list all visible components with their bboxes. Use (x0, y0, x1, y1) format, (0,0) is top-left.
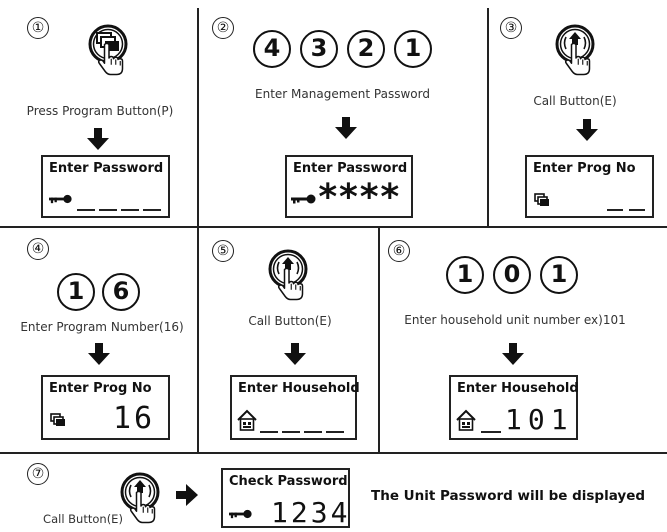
arrow-down-icon (335, 117, 357, 139)
arrow-right-icon (176, 484, 198, 506)
program-button-icon (86, 22, 130, 80)
screen-title: Enter Household (457, 381, 579, 396)
display-screen: Enter Prog No 16 (41, 375, 170, 440)
step-caption: Call Button(E) (43, 512, 123, 526)
arrow-down-icon (87, 128, 109, 150)
screen-title: Enter Password (293, 161, 408, 176)
arrow-down-icon (284, 343, 306, 365)
divider (0, 226, 667, 228)
input-placeholder (326, 431, 344, 433)
screen-title: Enter Prog No (49, 381, 152, 396)
display-screen: Enter Household (230, 375, 360, 440)
digit-key: 1 (540, 256, 578, 294)
display-screen: Enter Password **** (285, 155, 413, 218)
input-placeholder (99, 209, 117, 211)
arrow-down-icon (88, 343, 110, 365)
house-icon (456, 410, 476, 431)
divider (487, 8, 489, 226)
digit-key: 1 (57, 273, 95, 311)
input-placeholder (304, 431, 322, 433)
step-caption: Press Program Button(P) (26, 104, 174, 118)
step-caption: Enter Program Number(16) (20, 320, 184, 334)
divider (197, 8, 199, 226)
step-number: ③ (500, 17, 522, 39)
step-number: ④ (27, 238, 49, 260)
step-number: ⑦ (27, 463, 49, 485)
display-screen: Enter Password (41, 155, 170, 218)
screen-title: Enter Household (238, 381, 360, 396)
digit-key: 0 (493, 256, 531, 294)
unit-password-value: 1234 (271, 496, 351, 529)
screen-title: Enter Password (49, 161, 164, 176)
display-screen: Enter Prog No (525, 155, 654, 218)
call-button-icon (553, 22, 597, 80)
input-placeholder (121, 209, 139, 211)
step-number: ② (212, 17, 234, 39)
divider (378, 228, 380, 452)
input-placeholder (607, 209, 623, 211)
program-number-value: 16 (113, 401, 156, 436)
program-icon (534, 193, 550, 207)
key-icon (229, 509, 252, 519)
household-number-value: 101 (505, 403, 574, 436)
screen-title: Check Password (229, 474, 348, 489)
step-number: ⑥ (388, 240, 410, 262)
input-placeholder (77, 209, 95, 211)
digit-key: 1 (394, 30, 432, 68)
step-caption: Enter Management Password (255, 87, 430, 101)
input-placeholder (629, 209, 645, 211)
arrow-down-icon (576, 119, 598, 141)
step-caption: Enter household unit number ex)101 (404, 313, 626, 327)
result-note: The Unit Password will be displayed (371, 488, 646, 504)
call-button-icon (266, 247, 310, 305)
masked-password: **** (317, 177, 401, 218)
screen-title: Enter Prog No (533, 161, 636, 176)
display-screen: Check Password 1234 (221, 468, 351, 529)
step-number: ⑤ (212, 240, 234, 262)
digit-key: 4 (253, 30, 291, 68)
house-icon (237, 410, 257, 431)
input-placeholder (481, 431, 501, 433)
divider (0, 452, 667, 454)
step-caption: Call Button(E) (248, 314, 332, 328)
arrow-down-icon (502, 343, 524, 365)
digit-key: 3 (300, 30, 338, 68)
digit-key: 1 (446, 256, 484, 294)
call-button-icon (118, 470, 162, 528)
divider (197, 228, 199, 452)
input-placeholder (143, 209, 161, 211)
step-caption: Call Button(E) (533, 94, 617, 108)
input-placeholder (282, 431, 300, 433)
digit-key: 6 (102, 273, 140, 311)
program-icon (50, 413, 66, 427)
display-screen: Enter Household 101 (449, 375, 579, 440)
step-number: ① (27, 17, 49, 39)
key-icon (49, 194, 72, 204)
digit-key: 2 (347, 30, 385, 68)
key-icon (291, 194, 316, 204)
input-placeholder (260, 431, 278, 433)
